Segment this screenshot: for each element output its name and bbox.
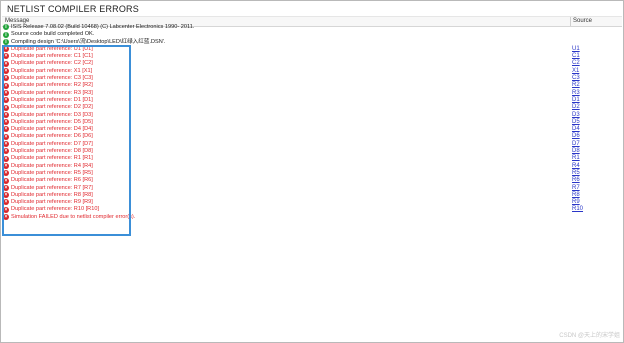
- source-link[interactable]: R5: [572, 170, 580, 177]
- message-text: ISIS Release 7.08.02 (Build 10468) (C) L…: [11, 24, 195, 30]
- message-row[interactable]: i ISIS Release 7.08.02 (Build 10468) (C) …: [0, 24, 624, 31]
- info-icon: i: [3, 24, 9, 31]
- source-link[interactable]: D5: [572, 119, 580, 126]
- source-link[interactable]: R4: [572, 163, 580, 170]
- source-link[interactable]: R9: [572, 199, 580, 206]
- source-link[interactable]: D7: [572, 141, 580, 148]
- source-link[interactable]: R6: [572, 177, 580, 184]
- source-link[interactable]: C1: [572, 53, 580, 60]
- window-title: NETLIST COMPILER ERRORS: [7, 4, 139, 14]
- source-link[interactable]: D1: [572, 97, 580, 104]
- source-link[interactable]: R2: [572, 82, 580, 89]
- info-icon: i: [3, 31, 9, 38]
- source-link[interactable]: C2: [572, 60, 580, 67]
- source-link[interactable]: C3: [572, 75, 580, 82]
- message-row[interactable]: i Source code build completed OK.: [0, 31, 624, 38]
- info-icon: i: [3, 38, 9, 45]
- message-text: Source code build completed OK.: [11, 31, 95, 38]
- source-link[interactable]: D8: [572, 148, 580, 155]
- source-link[interactable]: D2: [572, 104, 580, 111]
- watermark: CSDN @天上的宋学姐: [559, 333, 620, 339]
- selection-highlight-box: [2, 45, 131, 236]
- source-link[interactable]: D3: [572, 112, 580, 119]
- source-link[interactable]: R1: [572, 155, 580, 162]
- source-link[interactable]: R7: [572, 185, 580, 192]
- source-link[interactable]: R10: [572, 206, 583, 213]
- source-link[interactable]: U1: [572, 46, 580, 53]
- source-link[interactable]: D6: [572, 133, 580, 140]
- source-link[interactable]: R8: [572, 192, 580, 199]
- source-link[interactable]: D4: [572, 126, 580, 133]
- source-link[interactable]: R3: [572, 90, 580, 97]
- source-link[interactable]: X1: [572, 68, 579, 75]
